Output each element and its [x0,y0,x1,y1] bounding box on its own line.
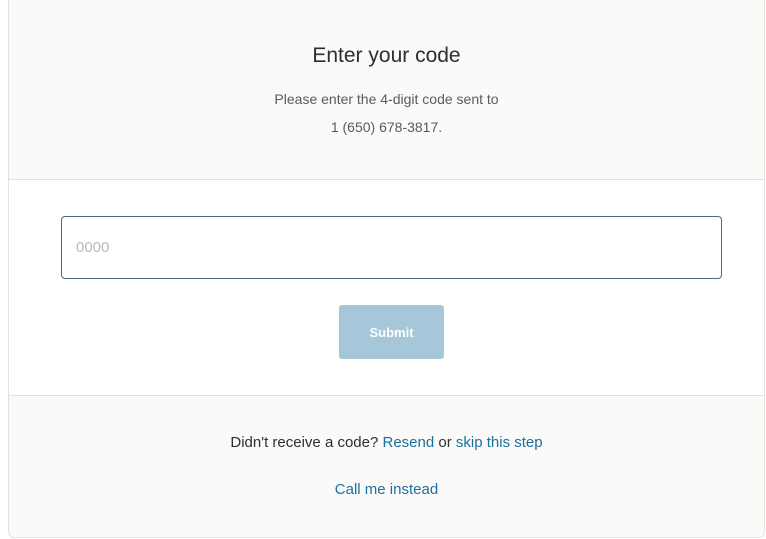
code-form: Submit [9,180,764,396]
card-footer: Didn't receive a code? Resend or skip th… [9,396,764,537]
verification-card: Enter your code Please enter the 4-digit… [8,0,765,538]
call-line: Call me instead [9,481,764,498]
resend-link[interactable]: Resend [383,434,435,451]
call-me-link[interactable]: Call me instead [335,481,438,498]
resend-line: Didn't receive a code? Resend or skip th… [9,434,764,451]
resend-prompt-text: Didn't receive a code? [230,434,379,451]
instructions-text: Please enter the 4-digit code sent to [274,91,499,107]
card-header: Enter your code Please enter the 4-digit… [9,0,764,180]
or-text: or [438,434,452,451]
code-input[interactable] [61,216,722,279]
skip-step-link[interactable]: skip this step [456,434,543,451]
page-title: Enter your code [312,44,461,67]
submit-button[interactable]: Submit [339,305,444,359]
phone-number-text: 1 (650) 678-3817. [330,119,443,135]
